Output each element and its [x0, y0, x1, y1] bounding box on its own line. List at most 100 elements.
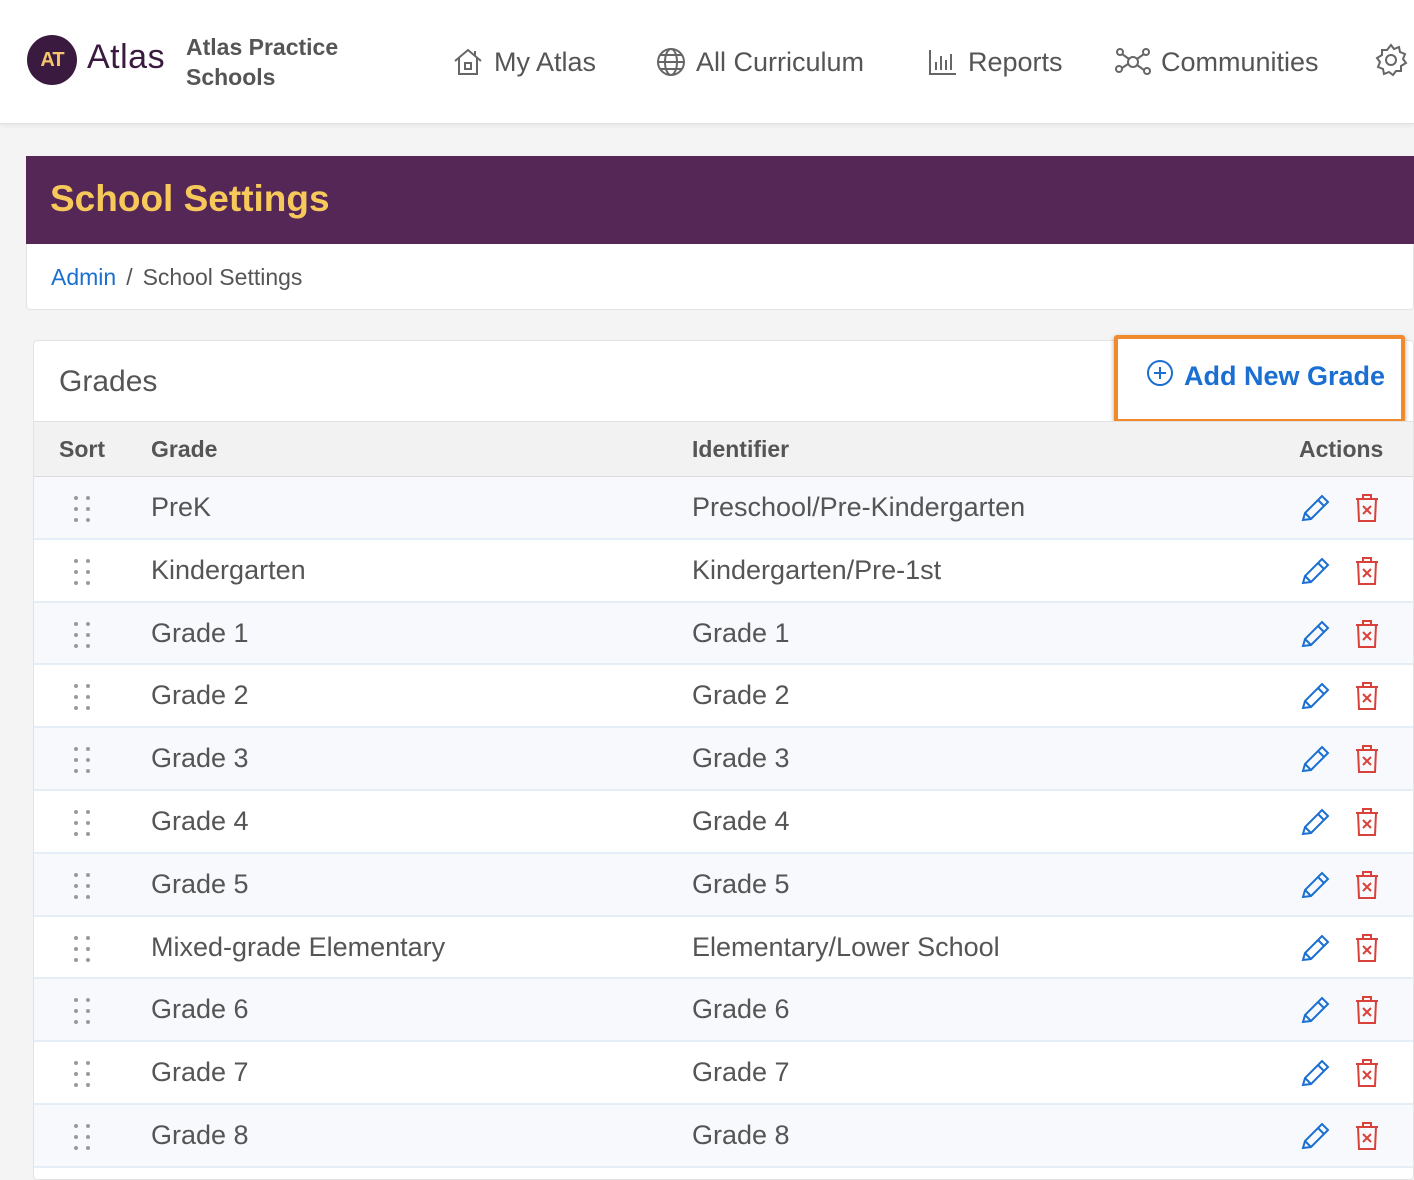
drag-handle-icon[interactable] — [72, 683, 92, 718]
globe-icon — [656, 47, 686, 77]
table-row: Grade 7 Grade 7 — [34, 1042, 1413, 1105]
table-row: Grade 1 Grade 1 — [34, 602, 1413, 666]
page-title: School Settings — [50, 178, 330, 219]
column-header-identifier: Identifier — [692, 436, 790, 462]
nav-reports[interactable]: Reports — [928, 40, 1063, 84]
add-new-grade-button[interactable]: Add New Grade — [1146, 359, 1385, 394]
delete-trash-icon[interactable] — [1354, 681, 1380, 718]
breadcrumb-admin-link[interactable]: Admin — [51, 264, 116, 291]
add-new-grade-label: Add New Grade — [1184, 361, 1386, 391]
edit-pencil-icon[interactable] — [1299, 557, 1331, 594]
table-row: Grade 6 Grade 6 — [34, 979, 1413, 1043]
delete-trash-icon[interactable] — [1354, 493, 1380, 530]
delete-trash-icon[interactable] — [1354, 619, 1380, 656]
column-header-sort: Sort — [59, 436, 105, 462]
grades-table-header: Sort Grade Identifier Actions — [34, 421, 1413, 477]
table-row: Grade 4 Grade 4 — [34, 790, 1413, 854]
grade-name: Mixed-grade Elementary — [151, 931, 446, 962]
atlas-logo-badge[interactable]: AT — [27, 35, 77, 85]
grade-identifier: Grade 8 — [692, 1119, 790, 1150]
delete-trash-icon[interactable] — [1354, 933, 1380, 970]
column-header-actions: Actions — [1299, 436, 1384, 462]
drag-handle-icon[interactable] — [72, 621, 92, 656]
delete-trash-icon[interactable] — [1354, 1121, 1380, 1158]
table-row: Grade 8 Grade 8 — [34, 1104, 1413, 1168]
grades-table-body: PreK Preschool/Pre-Kindergarten Kinderga… — [34, 477, 1413, 1168]
drag-handle-icon[interactable] — [72, 558, 92, 593]
grade-identifier: Grade 3 — [692, 743, 790, 774]
breadcrumb: Admin / School Settings — [26, 244, 1414, 310]
home-icon — [452, 47, 484, 77]
drag-handle-icon[interactable] — [72, 809, 92, 844]
add-new-grade-highlight: Add New Grade — [1114, 335, 1405, 423]
grade-name: Grade 4 — [151, 805, 249, 836]
settings-button[interactable] — [1374, 42, 1408, 83]
delete-trash-icon[interactable] — [1354, 870, 1380, 907]
edit-pencil-icon[interactable] — [1299, 494, 1331, 531]
edit-pencil-icon[interactable] — [1299, 808, 1331, 845]
grade-name: Grade 7 — [151, 1057, 249, 1088]
drag-handle-icon[interactable] — [72, 997, 92, 1032]
table-row: Grade 5 Grade 5 — [34, 853, 1413, 917]
table-row: Grade 2 Grade 2 — [34, 665, 1413, 729]
grade-name: Grade 8 — [151, 1119, 249, 1150]
edit-pencil-icon[interactable] — [1299, 1059, 1331, 1096]
grade-identifier: Grade 2 — [692, 680, 790, 711]
table-row: PreK Preschool/Pre-Kindergarten — [34, 477, 1413, 540]
edit-pencil-icon[interactable] — [1299, 1122, 1331, 1159]
gear-icon — [1374, 43, 1408, 82]
grade-identifier: Grade 1 — [692, 617, 790, 648]
grade-identifier: Grade 7 — [692, 1057, 790, 1088]
top-navigation-bar: AT Atlas Atlas Practice Schools My Atlas… — [0, 0, 1414, 124]
drag-handle-icon[interactable] — [72, 1123, 92, 1158]
delete-trash-icon[interactable] — [1354, 1058, 1380, 1095]
edit-pencil-icon[interactable] — [1299, 871, 1331, 908]
table-row: Mixed-grade Elementary Elementary/Lower … — [34, 916, 1413, 980]
drag-handle-icon[interactable] — [72, 872, 92, 907]
column-header-grade: Grade — [151, 436, 218, 462]
edit-pencil-icon[interactable] — [1299, 934, 1331, 971]
drag-handle-icon[interactable] — [72, 495, 92, 530]
edit-pencil-icon[interactable] — [1299, 682, 1331, 719]
delete-trash-icon[interactable] — [1354, 995, 1380, 1032]
grade-name: Grade 5 — [151, 868, 249, 899]
atlas-logo-wordmark[interactable]: Atlas — [87, 38, 165, 77]
edit-pencil-icon[interactable] — [1299, 745, 1331, 782]
grade-identifier: Grade 6 — [692, 994, 790, 1025]
grade-name: Kindergarten — [151, 554, 306, 585]
nav-all-curriculum[interactable]: All Curriculum — [656, 40, 864, 84]
grade-name: PreK — [151, 492, 212, 522]
school-name[interactable]: Atlas Practice Schools — [186, 32, 356, 92]
grade-identifier: Kindergarten/Pre-1st — [692, 554, 942, 585]
grades-title: Grades — [59, 365, 158, 398]
grade-name: Grade 1 — [151, 617, 249, 648]
drag-handle-icon[interactable] — [72, 1060, 92, 1095]
grade-name: Grade 2 — [151, 680, 249, 711]
table-row: Grade 3 Grade 3 — [34, 728, 1413, 791]
nav-my-atlas-label: My Atlas — [494, 46, 597, 77]
delete-trash-icon[interactable] — [1354, 556, 1380, 593]
drag-handle-icon[interactable] — [72, 935, 92, 970]
breadcrumb-separator: / — [126, 264, 133, 290]
delete-trash-icon[interactable] — [1354, 744, 1380, 781]
edit-pencil-icon[interactable] — [1299, 996, 1331, 1033]
bar-chart-icon — [928, 48, 958, 76]
grade-identifier: Grade 5 — [692, 868, 790, 899]
nav-communities[interactable]: Communities — [1115, 40, 1319, 84]
grade-identifier: Preschool/Pre-Kindergarten — [692, 492, 1026, 522]
plus-circle-icon — [1146, 359, 1174, 394]
nav-reports-label: Reports — [968, 46, 1063, 77]
grade-identifier: Elementary/Lower School — [692, 931, 1000, 962]
delete-trash-icon[interactable] — [1354, 807, 1380, 844]
nav-all-curriculum-label: All Curriculum — [696, 46, 865, 77]
page-header-banner: School Settings — [26, 156, 1414, 244]
network-icon — [1115, 47, 1151, 77]
grade-identifier: Grade 4 — [692, 805, 790, 836]
grade-name: Grade 6 — [151, 994, 249, 1025]
breadcrumb-current: School Settings — [142, 264, 303, 290]
drag-handle-icon[interactable] — [72, 746, 92, 781]
edit-pencil-icon[interactable] — [1299, 620, 1331, 657]
table-row: Kindergarten Kindergarten/Pre-1st — [34, 539, 1413, 603]
nav-my-atlas[interactable]: My Atlas — [452, 40, 596, 84]
nav-communities-label: Communities — [1161, 46, 1319, 77]
